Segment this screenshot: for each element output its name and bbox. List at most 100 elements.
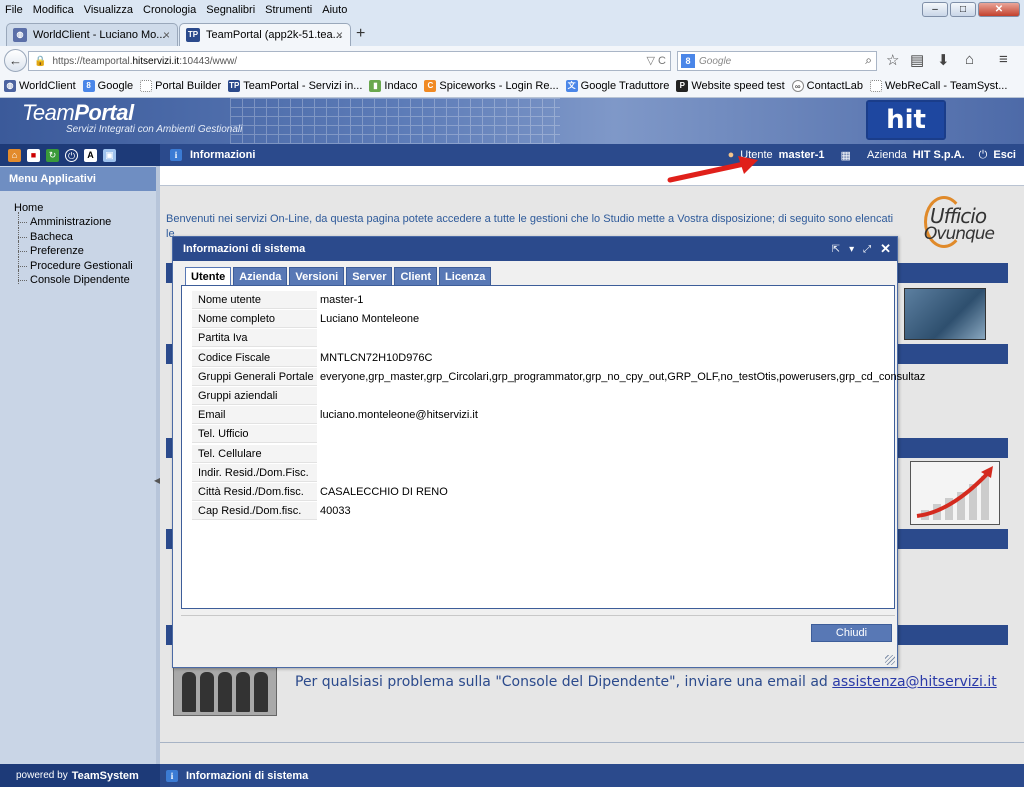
browser-menubar: File Modifica Visualizza Cronologia Segn… <box>0 0 1024 20</box>
url-bar[interactable]: 🔒 https://teamportal. hitservizi.it:10443… <box>28 51 671 71</box>
property-value: CASALECCHIO DI RENO <box>320 485 448 498</box>
font-icon[interactable]: A <box>84 148 97 162</box>
tab-azienda[interactable]: Azienda <box>233 267 288 286</box>
popout-icon[interactable]: ⇱ <box>832 244 840 255</box>
laptop-image <box>904 288 986 340</box>
logout-icon[interactable]: ⏻ <box>979 149 988 162</box>
tab-close-icon[interactable]: × <box>336 28 343 42</box>
search-icon[interactable]: ⌕ <box>865 53 872 68</box>
company-label: Azienda <box>866 149 907 161</box>
company-value: HIT S.p.A. <box>912 149 965 161</box>
bookmark-google-traduttore[interactable]: 文 Google Traduttore <box>565 80 669 92</box>
user-info: ● Utente master-1 ▦ Azienda HIT S.p.A. ⏻… <box>728 144 1016 166</box>
bookmark-label: Portal Builder <box>155 80 222 92</box>
menu-aiuto[interactable]: Aiuto <box>317 4 352 16</box>
divider <box>181 615 895 616</box>
browser-tab-teamportal[interactable]: TP TeamPortal (app2k-51.tea... × <box>179 23 351 46</box>
home-icon[interactable]: ⌂ <box>8 148 21 162</box>
reload-icon[interactable]: ▽ C <box>647 54 666 67</box>
menu-strumenti[interactable]: Strumenti <box>260 4 317 16</box>
property-row: Codice Fiscale MNTLCN72H10D976C <box>192 348 892 368</box>
system-info-dialog: Informazioni di sistema ⇱ ▾ ⤢ ✕ Utente A… <box>172 236 925 668</box>
bookmark-label: Website speed test <box>691 80 785 92</box>
bookmark-label: Indaco <box>384 80 418 92</box>
page-icon <box>140 80 153 92</box>
browser-tabstrip: ◍ WorldClient - Luciano Mo... × TP TeamP… <box>0 20 1024 46</box>
tab-utente[interactable]: Utente <box>185 267 232 287</box>
menu-visualizza[interactable]: Visualizza <box>79 4 138 16</box>
property-label: Indir. Resid./Dom.Fisc. <box>192 463 317 482</box>
property-value: everyone,grp_master,grp_Circolari,grp_pr… <box>320 370 926 383</box>
worldclient-icon: ◍ <box>13 28 27 42</box>
window-close-button[interactable]: ✕ <box>978 2 1020 17</box>
tree-item-console-dipendente[interactable]: Console Dipendente <box>14 270 133 289</box>
menu-segnalibri[interactable]: Segnalibri <box>201 4 260 16</box>
section-bar <box>896 263 1008 283</box>
back-button[interactable]: ← <box>4 49 27 72</box>
bookmark-contactlab[interactable]: ∞ ContactLab <box>791 80 863 92</box>
windows-icon[interactable]: ▣ <box>103 148 116 162</box>
bookmark-google[interactable]: 8 Google <box>82 80 133 92</box>
collapse-icon[interactable]: ▾ <box>849 244 854 255</box>
refresh-icon[interactable]: ↻ <box>46 148 59 162</box>
bookmark-label: WebReCall - TeamSyst... <box>884 80 1008 92</box>
sidebar: Menu Applicativi Home Amministrazione Ba… <box>0 166 160 764</box>
maximize-icon[interactable]: ⤢ <box>863 244 871 255</box>
bookmark-teamportal[interactable]: TP TeamPortal - Servizi in... <box>228 80 362 92</box>
tab-server[interactable]: Server <box>346 267 393 286</box>
translate-icon: 文 <box>565 80 578 92</box>
tab-client[interactable]: Client <box>394 267 438 286</box>
bookmark-label: ContactLab <box>806 80 863 92</box>
section-bar <box>896 438 1008 458</box>
new-tab-button[interactable]: + <box>356 25 365 43</box>
property-row: Partita Iva <box>192 329 892 348</box>
close-icon[interactable]: ✕ <box>880 241 891 257</box>
tab-versioni[interactable]: Versioni <box>289 267 345 286</box>
hamburger-menu-icon[interactable]: ≡ <box>999 51 1008 68</box>
tab-licenza[interactable]: Licenza <box>439 267 492 286</box>
bookmark-website-speed-test[interactable]: P Website speed test <box>676 80 785 92</box>
menu-modifica[interactable]: Modifica <box>28 4 79 16</box>
home-icon[interactable]: ⌂ <box>965 51 974 68</box>
tree-item-procedure-gestionali[interactable]: Procedure Gestionali <box>14 255 133 275</box>
property-value: Luciano Monteleone <box>320 313 420 326</box>
search-bar[interactable]: 8 Google ⌕ <box>677 51 877 71</box>
bookmark-label: WorldClient <box>19 80 76 92</box>
tab-close-icon[interactable]: × <box>163 28 170 42</box>
growth-chart-image <box>910 461 1000 525</box>
bookmark-spiceworks[interactable]: C Spiceworks - Login Re... <box>424 80 559 92</box>
company-icon: ▦ <box>840 149 851 162</box>
bookmark-indaco[interactable]: ▮ Indaco <box>369 80 417 92</box>
bookmark-portal-builder[interactable]: Portal Builder <box>140 80 221 92</box>
contactlab-icon: ∞ <box>791 80 804 92</box>
downloads-icon[interactable]: ⬇ <box>937 51 950 69</box>
resize-handle[interactable] <box>885 655 895 665</box>
browser-tab-worldclient[interactable]: ◍ WorldClient - Luciano Mo... × <box>6 23 178 46</box>
bookmark-webrecall[interactable]: WebReCall - TeamSyst... <box>869 80 1008 92</box>
powered-by-label: powered by <box>16 770 68 781</box>
property-value: luciano.monteleone@hitservizi.it <box>320 409 478 422</box>
flag-icon[interactable]: ■ <box>27 148 40 162</box>
tree-item-home[interactable]: Home <box>14 202 133 214</box>
menu-cronologia[interactable]: Cronologia <box>138 4 201 16</box>
bookmarks-list-icon[interactable]: ▤ <box>910 51 924 69</box>
property-row: Nome utente master-1 <box>192 291 892 310</box>
power-icon[interactable]: ⏻ <box>65 148 78 162</box>
minimize-button[interactable]: – <box>922 2 948 17</box>
people-image <box>173 666 277 716</box>
bookmark-label: Spiceworks - Login Re... <box>439 80 559 92</box>
tree-item-preferenze[interactable]: Preferenze <box>14 241 133 260</box>
bookmark-star-icon[interactable]: ☆ <box>886 51 899 69</box>
toolbar-icon-strip: ⌂ ■ ↻ ⏻ A ▣ <box>0 144 160 166</box>
support-email-link[interactable]: assistenza@hitservizi.it <box>832 674 996 690</box>
menu-file[interactable]: File <box>0 4 28 16</box>
bookmark-worldclient[interactable]: ◍ WorldClient <box>4 80 76 92</box>
dialog-title[interactable]: Informazioni di sistema <box>173 237 897 261</box>
close-button[interactable]: Chiudi <box>811 624 892 642</box>
window-controls: – □ ✕ <box>922 2 1020 17</box>
tree-item-bacheca[interactable]: Bacheca <box>14 226 133 246</box>
maximize-button[interactable]: □ <box>950 2 976 17</box>
tab-label: WorldClient - Luciano Mo... <box>33 29 166 41</box>
tree-item-amministrazione[interactable]: Amministrazione <box>14 212 133 231</box>
logout-link[interactable]: Esci <box>993 149 1016 161</box>
